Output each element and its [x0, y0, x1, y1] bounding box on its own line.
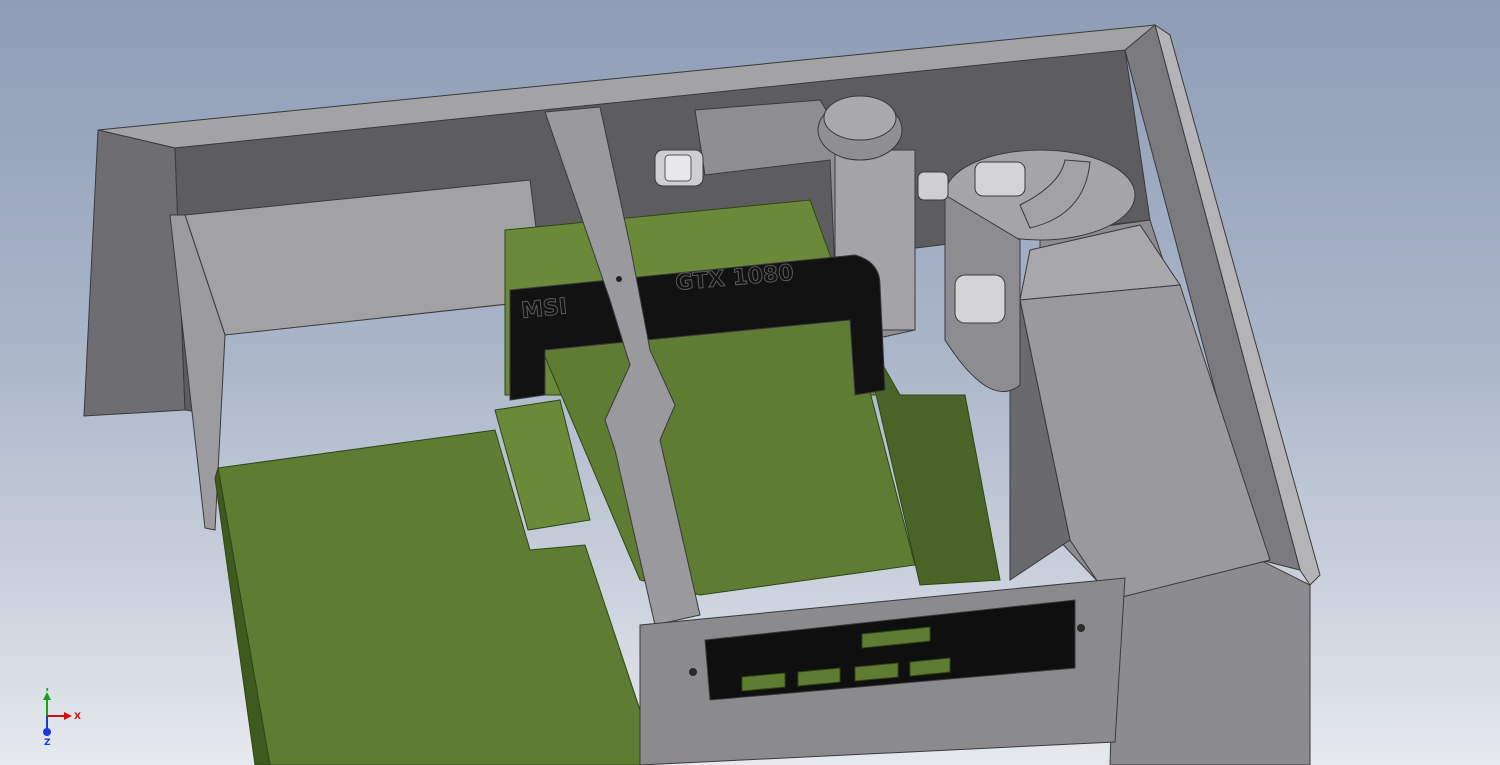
3d-viewport[interactable]: MSI GTX 1080 Y X Z [0, 0, 1500, 765]
case-back-wall-inner[interactable] [83, 129, 186, 417]
fitting-pump-side[interactable] [954, 274, 1006, 324]
strut-hole [616, 276, 622, 282]
y-axis-label: Y [43, 688, 51, 694]
axis-triad: Y X Z [43, 688, 81, 748]
io-screw-right [1077, 624, 1085, 632]
z-axis-label: Z [44, 738, 51, 748]
io-screw-left [689, 668, 697, 676]
x-axis-arrow [64, 712, 72, 720]
fitting-left[interactable] [654, 149, 704, 187]
reservoir-cap-top[interactable] [823, 95, 897, 141]
z-axis-dot [43, 728, 51, 736]
cad-model[interactable]: MSI GTX 1080 [0, 0, 1500, 765]
fitting-pump-top[interactable] [974, 161, 1026, 197]
bracket-label-msi: MSI [520, 294, 568, 324]
fitting-middle[interactable] [917, 171, 949, 201]
x-axis-label: X [74, 712, 81, 722]
